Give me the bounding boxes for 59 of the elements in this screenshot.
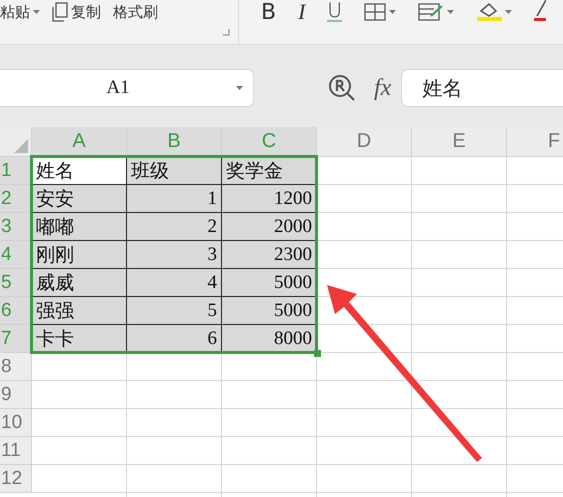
- table-cell: 强强: [31, 296, 127, 325]
- table-cell: 6: [126, 324, 222, 353]
- table-cell: 3: [126, 240, 222, 269]
- row-header[interactable]: 8: [0, 353, 32, 381]
- row-header[interactable]: 5: [0, 269, 32, 297]
- row-header[interactable]: 3: [0, 213, 32, 241]
- paste-button[interactable]: 粘贴: [0, 0, 40, 24]
- table-cell: 卡卡: [31, 324, 127, 353]
- row-header[interactable]: 1: [0, 157, 32, 185]
- table-cell: 8000: [221, 324, 317, 353]
- dialog-launcher-icon: [223, 29, 230, 36]
- column-header[interactable]: E: [412, 127, 507, 157]
- column-header[interactable]: D: [317, 127, 412, 157]
- table-cell: 2300: [221, 240, 317, 269]
- table-cell: 2: [126, 212, 222, 241]
- caret-icon: [505, 10, 512, 14]
- row-header[interactable]: 10: [0, 409, 32, 437]
- column-header[interactable]: B: [127, 127, 222, 157]
- underline-button[interactable]: U: [327, 0, 342, 22]
- bold-button[interactable]: B: [261, 0, 276, 24]
- caret-icon: [236, 86, 243, 90]
- table-pencil-icon: [418, 3, 444, 21]
- table-cell: 1: [126, 184, 222, 213]
- row-header[interactable]: 12: [0, 465, 32, 493]
- row-header[interactable]: 4: [0, 241, 32, 269]
- italic-button[interactable]: I: [298, 0, 306, 24]
- caret-icon: [447, 10, 454, 14]
- grid-icon: [364, 3, 386, 21]
- table-cell: 2000: [221, 212, 317, 241]
- font-color-icon: [534, 0, 546, 22]
- table-cell: 嘟嘟: [31, 212, 127, 241]
- row-header[interactable]: 11: [0, 437, 32, 465]
- insert-function-button[interactable]: fx: [374, 74, 392, 102]
- table-cell: 1200: [221, 184, 317, 213]
- row-header[interactable]: 9: [0, 381, 32, 409]
- row-header[interactable]: 6: [0, 297, 32, 325]
- row-header[interactable]: 2: [0, 185, 32, 213]
- formula-field[interactable]: 姓名: [401, 69, 563, 107]
- fill-color-icon: [476, 2, 502, 22]
- table-cell: 5: [126, 296, 222, 325]
- copy-icon: [52, 2, 68, 22]
- column-header[interactable]: A: [32, 127, 127, 157]
- table-cell: 5000: [221, 268, 317, 297]
- copy-button[interactable]: 复制: [52, 0, 101, 24]
- caret-icon: [33, 10, 40, 14]
- column-header[interactable]: C: [222, 127, 317, 157]
- table-cell: 4: [126, 268, 222, 297]
- fill-handle[interactable]: [314, 350, 321, 357]
- table-cell: 5000: [221, 296, 317, 325]
- row-header[interactable]: 7: [0, 325, 32, 353]
- table-cell: 安安: [31, 184, 127, 213]
- format-painter-button[interactable]: 格式刷: [113, 0, 158, 24]
- zoom-icon: [328, 74, 356, 102]
- table-cell: 威威: [31, 268, 127, 297]
- name-box[interactable]: A1: [0, 69, 254, 107]
- fill-color-button[interactable]: [476, 0, 512, 24]
- table-cell: 刚刚: [31, 240, 127, 269]
- column-header[interactable]: F: [507, 127, 563, 157]
- caret-icon: [389, 10, 396, 14]
